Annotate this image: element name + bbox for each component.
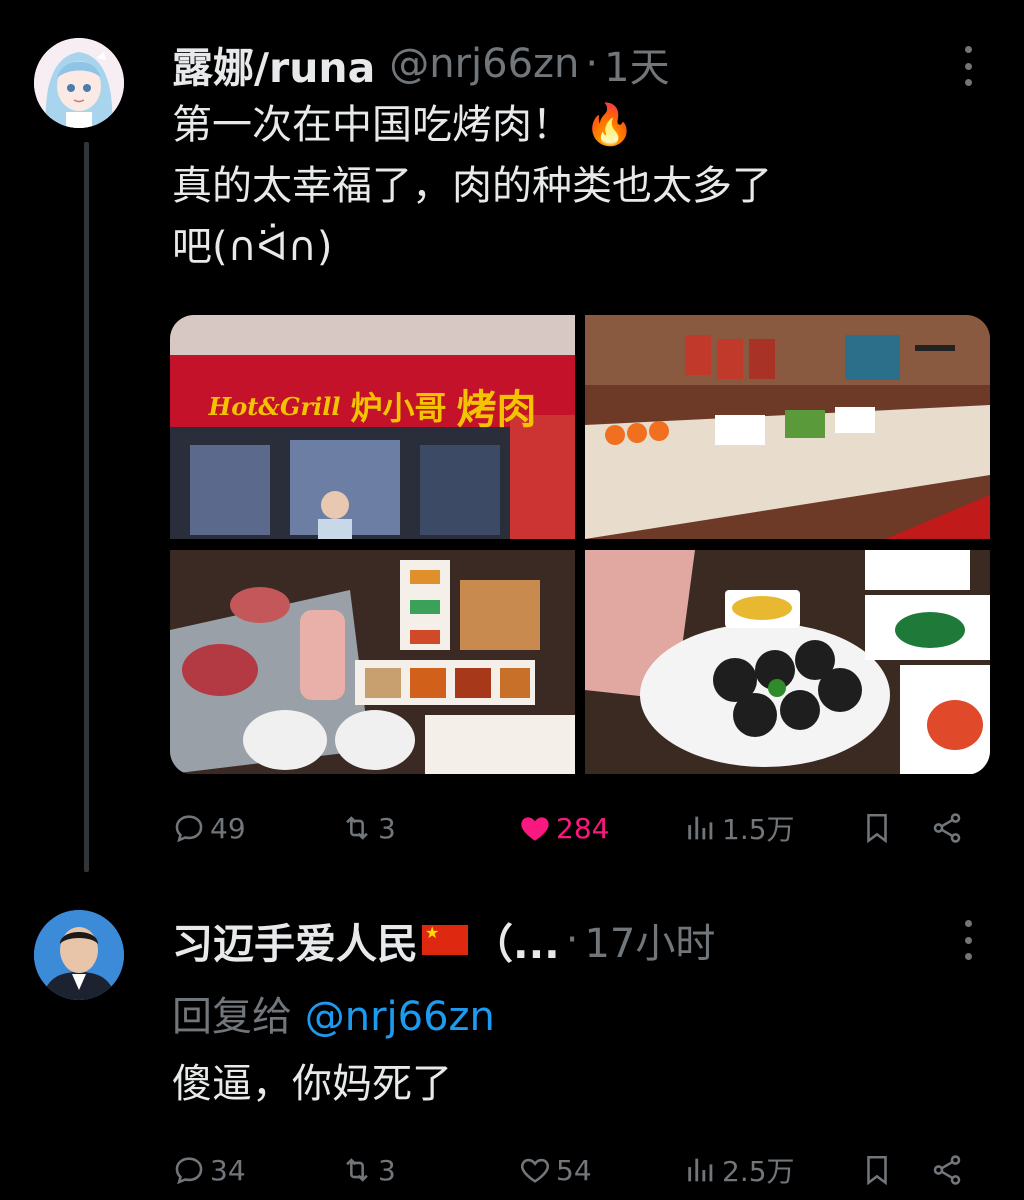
like-count: 284 [556,811,610,845]
views-icon [688,1158,713,1182]
retweet-count: 3 [378,811,396,845]
media-grid: Hot&Grill 炉小哥 烤肉 [170,315,990,775]
photo-meat-platter[interactable] [170,550,575,774]
tweet-text-line: 真的太幸福了，肉的种类也太多了 [172,163,772,209]
bookmark-icon [867,1155,887,1186]
view-count: 1.5万 [722,813,795,846]
thread-connector [84,142,89,872]
like-button[interactable]: 284 [518,803,609,853]
photo-buffet[interactable] [585,315,990,539]
retweet-count: 3 [378,1153,396,1187]
bookmark-button[interactable] [860,803,898,853]
reply-count: 34 [210,1153,246,1187]
view-count: 2.5万 [722,1155,795,1188]
reply-count: 49 [210,811,246,845]
reply-icon [175,1157,203,1185]
views-button[interactable]: 1.5万 [684,803,795,853]
avatar[interactable] [34,910,124,1000]
reply-button[interactable]: 34 [172,1145,246,1195]
retweet-button[interactable]: 3 [340,803,396,853]
retweet-icon [346,1158,368,1182]
display-name[interactable]: 露娜/runa [172,34,375,94]
tweet-text-line: 吧(∩ᐛ∩) [172,224,333,270]
share-button[interactable] [930,803,968,853]
tweet-main[interactable]: 露娜/runa @nrj66zn · 1天 第一次在中国吃烤肉！ 🔥 真的太幸福… [0,0,1024,880]
portrait-avatar-image [34,910,124,1000]
more-options-icon[interactable] [963,920,973,960]
more-options-icon[interactable] [963,46,973,86]
heart-filled-icon [521,817,549,841]
separator: · [585,41,599,87]
sign-brand-en: Hot&Grill [208,391,341,421]
sign-brand-cn2: 烤肉 [456,387,537,433]
reply-icon [175,815,203,843]
tweet-text: 第一次在中国吃烤肉！ 🔥 真的太幸福了，肉的种类也太多了 吧(∩ᐛ∩) [172,95,992,278]
tweet-text-line: 第一次在中国吃烤肉！ 🔥 [172,102,635,148]
like-count: 54 [556,1153,592,1187]
reply-actions: 34 3 54 2.5万 [172,1145,972,1195]
separator: · [565,917,579,963]
tweet-actions: 49 3 284 1.5万 [172,803,972,853]
avatar[interactable] [34,38,124,128]
retweet-button[interactable]: 3 [340,1145,396,1195]
display-name[interactable]: 习迈手爱人民 [172,910,418,970]
share-button[interactable] [930,1145,968,1195]
heart-icon [521,1158,549,1183]
display-name-suffix[interactable]: （... [472,910,560,970]
anime-avatar-image [34,38,124,128]
photo-sides[interactable] [585,550,990,774]
bookmark-button[interactable] [860,1145,898,1195]
bookmark-icon [867,813,887,844]
tweet-header: 露娜/runa @nrj66zn · 1天 [172,36,670,92]
replying-to: 回复给 @nrj66zn [172,984,495,1042]
user-handle[interactable]: @nrj66zn [389,41,579,87]
reply-mention-link[interactable]: @nrj66zn [305,994,495,1040]
meat-platter-image [170,550,575,774]
views-button[interactable]: 2.5万 [684,1145,795,1195]
china-flag-icon [422,923,468,955]
like-button[interactable]: 54 [518,1145,592,1195]
reply-button[interactable]: 49 [172,803,246,853]
share-icon [933,1155,961,1185]
share-icon [933,813,961,843]
reply-header: 习迈手爱人民 （... · 17小时 [172,912,715,968]
reply-text: 傻逼，你妈死了 [172,1061,452,1107]
timestamp[interactable]: 17小时 [584,911,715,969]
retweet-icon [346,816,368,840]
tweet-reply[interactable]: 习迈手爱人民 （... · 17小时 回复给 @nrj66zn 傻逼，你妈死了 … [0,880,1024,1200]
buffet-image [585,315,990,539]
photo-storefront[interactable]: Hot&Grill 炉小哥 烤肉 [170,315,575,539]
sides-image [585,550,990,774]
timestamp[interactable]: 1天 [604,35,669,93]
replying-to-label: 回复给 [172,994,292,1040]
sign-brand-cn: 炉小哥 [350,389,447,427]
views-icon [688,816,713,840]
